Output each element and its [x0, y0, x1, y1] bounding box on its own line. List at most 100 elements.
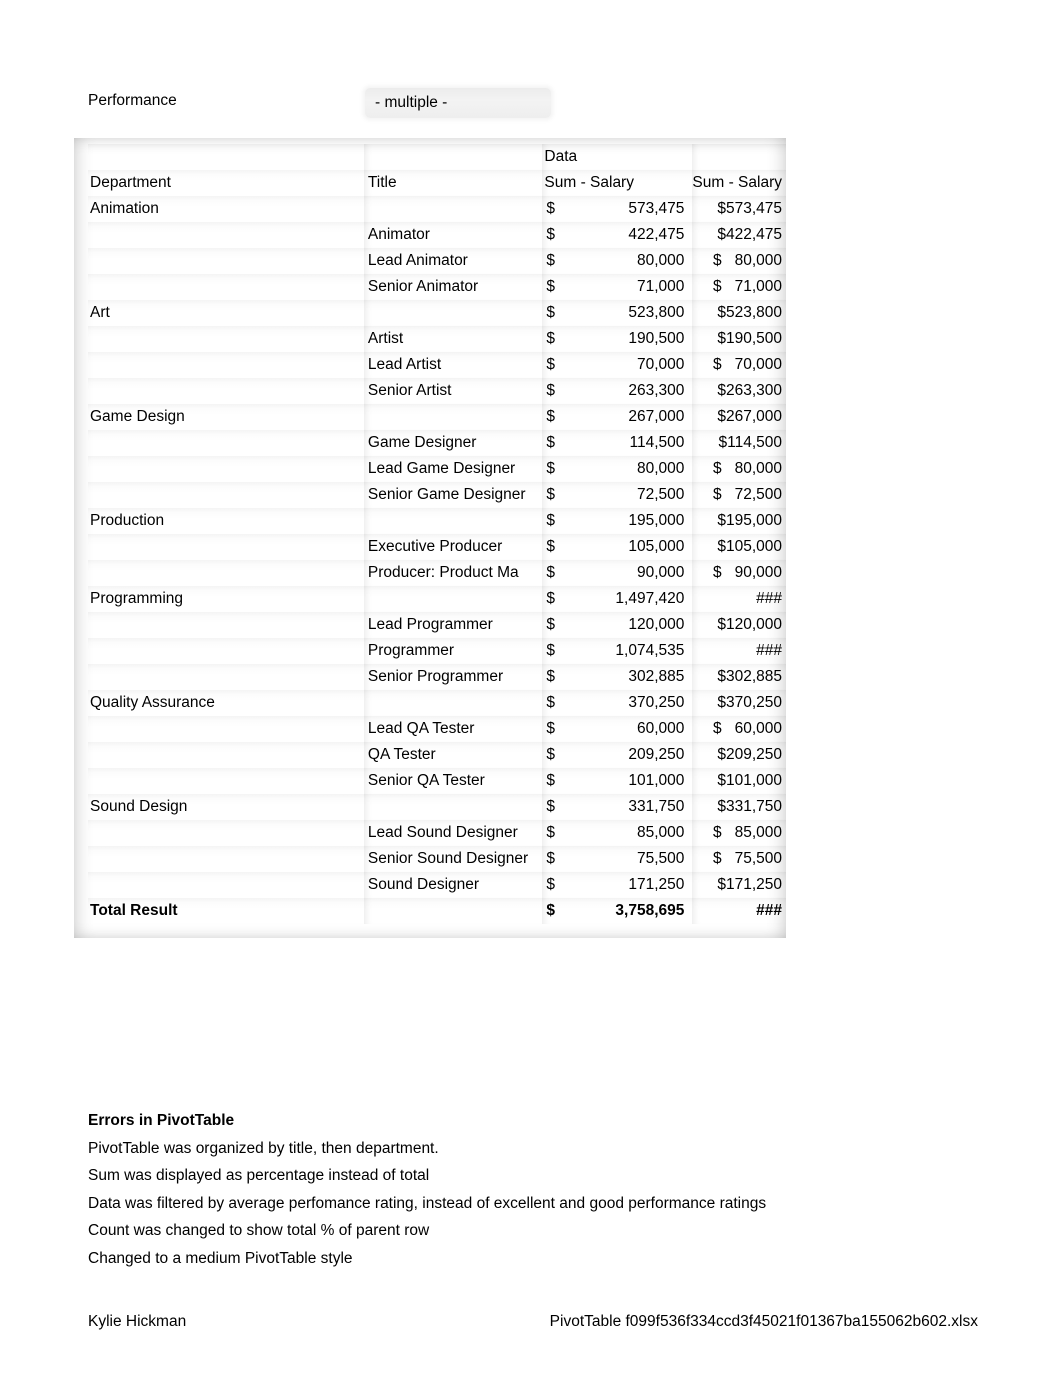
currency-symbol: $ — [546, 200, 556, 217]
header-blank-title — [363, 144, 543, 170]
currency-symbol: $ — [546, 304, 556, 321]
cell-title[interactable]: Senior Animator — [363, 274, 543, 300]
cell-department[interactable]: Sound Design — [88, 794, 364, 820]
pivot-department-row: Production $195,000 $195,000 — [88, 508, 786, 534]
cell-sum-salary-2: $ 90,000 — [692, 560, 786, 586]
cell-sum-salary-1: $370,250 — [542, 690, 693, 716]
cell-department[interactable]: Production — [88, 508, 364, 534]
currency-symbol: $ — [546, 616, 556, 633]
cell-title[interactable]: Game Designer — [363, 430, 543, 456]
cell-sum-salary-1: $1,497,420 — [542, 586, 693, 612]
currency-symbol: $ — [546, 486, 556, 503]
currency-symbol: $ — [546, 330, 556, 347]
cell-title[interactable]: Producer: Product Ma — [363, 560, 543, 586]
cell-sum-salary-2: ### — [692, 586, 786, 612]
cell-sum-salary-1: $60,000 — [542, 716, 693, 742]
cell-department — [88, 820, 364, 846]
notes-line-list: PivotTable was organized by title, then … — [88, 1135, 988, 1273]
cell-total-label: Total Result — [88, 898, 364, 924]
cell-title — [363, 404, 543, 430]
currency-symbol: $ — [546, 902, 556, 919]
amount-value: 90,000 — [636, 564, 685, 581]
cell-title[interactable]: Artist — [363, 326, 543, 352]
cell-sum-salary-2: $171,250 — [692, 872, 786, 898]
column-header-sum-salary-2[interactable]: Sum - Salary — [692, 170, 786, 196]
cell-title[interactable]: Lead Animator — [363, 248, 543, 274]
footer-author: Kylie Hickman — [88, 1313, 187, 1330]
cell-sum-salary-2: $263,300 — [692, 378, 786, 404]
pivot-title-row: Executive Producer $105,000 $105,000 — [88, 534, 786, 560]
pivot-title-row: Animator $422,475 $422,475 — [88, 222, 786, 248]
amount-value: 72,500 — [636, 486, 685, 503]
cell-title[interactable]: Senior Game Designer — [363, 482, 543, 508]
notes-line: Count was changed to show total % of par… — [88, 1222, 430, 1239]
currency-symbol: $ — [546, 720, 556, 737]
pivot-department-row: Programming $1,497,420 ### — [88, 586, 786, 612]
pivot-title-row: Senior Programmer $302,885 $302,885 — [88, 664, 786, 690]
column-header-department[interactable]: Department — [88, 170, 364, 196]
currency-symbol: $ — [546, 512, 556, 529]
cell-sum-salary-1: $85,000 — [542, 820, 693, 846]
cell-total-sum-salary-2: ### — [692, 898, 786, 924]
cell-department[interactable]: Programming — [88, 586, 364, 612]
column-header-title[interactable]: Title — [363, 170, 543, 196]
amount-value: 1,074,535 — [615, 642, 685, 659]
cell-department — [88, 638, 364, 664]
cell-title[interactable]: Senior Artist — [363, 378, 543, 404]
cell-department[interactable]: Art — [88, 300, 364, 326]
cell-title[interactable]: Senior Sound Designer — [363, 846, 543, 872]
cell-sum-salary-1: $120,000 — [542, 612, 693, 638]
currency-symbol: $ — [546, 824, 556, 841]
currency-symbol: $ — [546, 642, 556, 659]
cell-title[interactable]: Lead QA Tester — [363, 716, 543, 742]
cell-sum-salary-1: $190,500 — [542, 326, 693, 352]
cell-department[interactable]: Quality Assurance — [88, 690, 364, 716]
cell-sum-salary-2: $105,000 — [692, 534, 786, 560]
pivot-title-row: Lead Sound Designer $85,000 $ 85,000 — [88, 820, 786, 846]
cell-sum-salary-2: $ 80,000 — [692, 456, 786, 482]
cell-department[interactable]: Game Design — [88, 404, 364, 430]
amount-value: 80,000 — [636, 252, 685, 269]
notes-line: PivotTable was organized by title, then … — [88, 1139, 439, 1157]
cell-title[interactable]: Lead Game Designer — [363, 456, 543, 482]
errors-notes-block: Errors in PivotTable PivotTable was orga… — [88, 1107, 988, 1272]
cell-title[interactable]: Senior Programmer — [363, 664, 543, 690]
cell-title[interactable]: Lead Sound Designer — [363, 820, 543, 846]
cell-sum-salary-1: $105,000 — [542, 534, 693, 560]
amount-value: 171,250 — [628, 876, 685, 893]
cell-department — [88, 716, 364, 742]
cell-sum-salary-2: $120,000 — [692, 612, 786, 638]
cell-sum-salary-2: ### — [692, 638, 786, 664]
cell-title[interactable]: QA Tester — [363, 742, 543, 768]
cell-title[interactable]: Lead Programmer — [363, 612, 543, 638]
cell-title[interactable]: Animator — [363, 222, 543, 248]
cell-title[interactable]: Programmer — [363, 638, 543, 664]
report-filter-dropdown[interactable]: - multiple - — [365, 88, 551, 118]
column-header-sum-salary-1[interactable]: Sum - Salary — [542, 170, 693, 196]
cell-sum-salary-2: $190,500 — [692, 326, 786, 352]
amount-value: 209,250 — [628, 746, 685, 763]
footer-filename: PivotTable f099f536f334ccd3f45021f01367b… — [549, 1313, 978, 1330]
cell-title — [363, 508, 543, 534]
amount-value: 331,750 — [628, 798, 685, 815]
cell-sum-salary-2: $ 85,000 — [692, 820, 786, 846]
amount-value: 302,885 — [628, 668, 685, 685]
cell-department — [88, 872, 364, 898]
cell-sum-salary-2: $302,885 — [692, 664, 786, 690]
cell-title[interactable]: Lead Artist — [363, 352, 543, 378]
report-filter-value: - multiple - — [375, 94, 448, 111]
cell-sum-salary-2: $331,750 — [692, 794, 786, 820]
cell-sum-salary-2: $ 70,000 — [692, 352, 786, 378]
cell-title[interactable]: Executive Producer — [363, 534, 543, 560]
amount-value: 195,000 — [628, 512, 685, 529]
cell-department[interactable]: Animation — [88, 196, 364, 222]
cell-sum-salary-1: $195,000 — [542, 508, 693, 534]
cell-title[interactable]: Senior QA Tester — [363, 768, 543, 794]
cell-title — [363, 794, 543, 820]
cell-total-title-blank — [363, 898, 543, 924]
cell-sum-salary-1: $209,250 — [542, 742, 693, 768]
cell-department — [88, 846, 364, 872]
cell-department — [88, 326, 364, 352]
pivot-title-row: QA Tester $209,250 $209,250 — [88, 742, 786, 768]
cell-title[interactable]: Sound Designer — [363, 872, 543, 898]
